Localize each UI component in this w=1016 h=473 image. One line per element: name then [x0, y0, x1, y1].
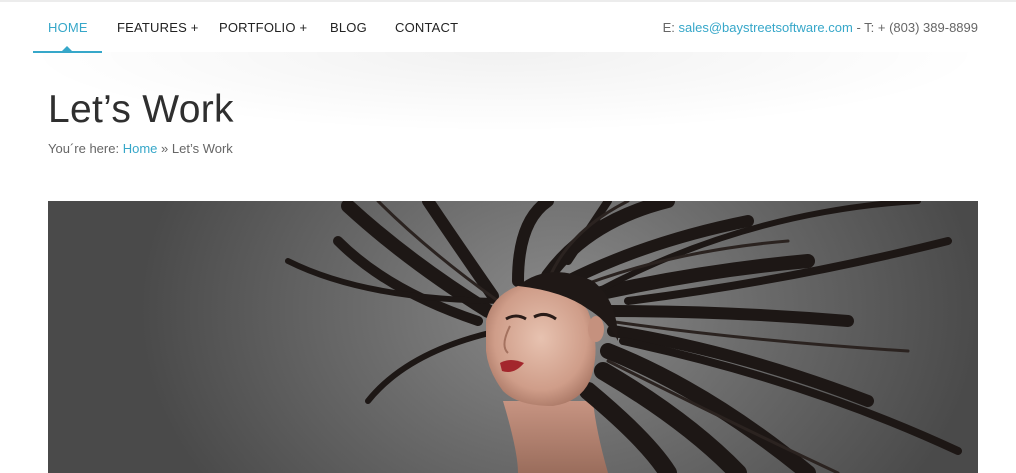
nav-item-features[interactable]: FEATURES + [117, 2, 199, 52]
breadcrumb: You´re here: Home » Let’s Work [48, 141, 233, 156]
nav-item-home[interactable]: HOME [48, 2, 88, 52]
breadcrumb-home-link[interactable]: Home [123, 141, 158, 156]
email-prefix: E: [662, 20, 675, 35]
email-link[interactable]: sales@baystreetsoftware.com [678, 20, 852, 35]
active-nav-underline [33, 51, 102, 53]
caret-up-icon [62, 46, 72, 51]
breadcrumb-current: Let’s Work [171, 141, 233, 156]
breadcrumb-prefix: You´re here: [48, 141, 120, 156]
breadcrumb-separator: » [161, 141, 169, 156]
hero-image [48, 201, 978, 473]
nav-item-contact[interactable]: CONTACT [395, 2, 458, 52]
phone-number: (803) 389-8899 [889, 20, 978, 35]
page-title: Let’s Work [48, 88, 234, 131]
woman-flowing-hair-photo [285, 201, 962, 473]
nav-item-portfolio[interactable]: PORTFOLIO + [219, 2, 307, 52]
nav-item-blog[interactable]: BLOG [330, 2, 367, 52]
phone-prefix: - T: + [856, 20, 886, 35]
header-contact-info: E: sales@baystreetsoftware.com - T: + (8… [663, 2, 978, 52]
